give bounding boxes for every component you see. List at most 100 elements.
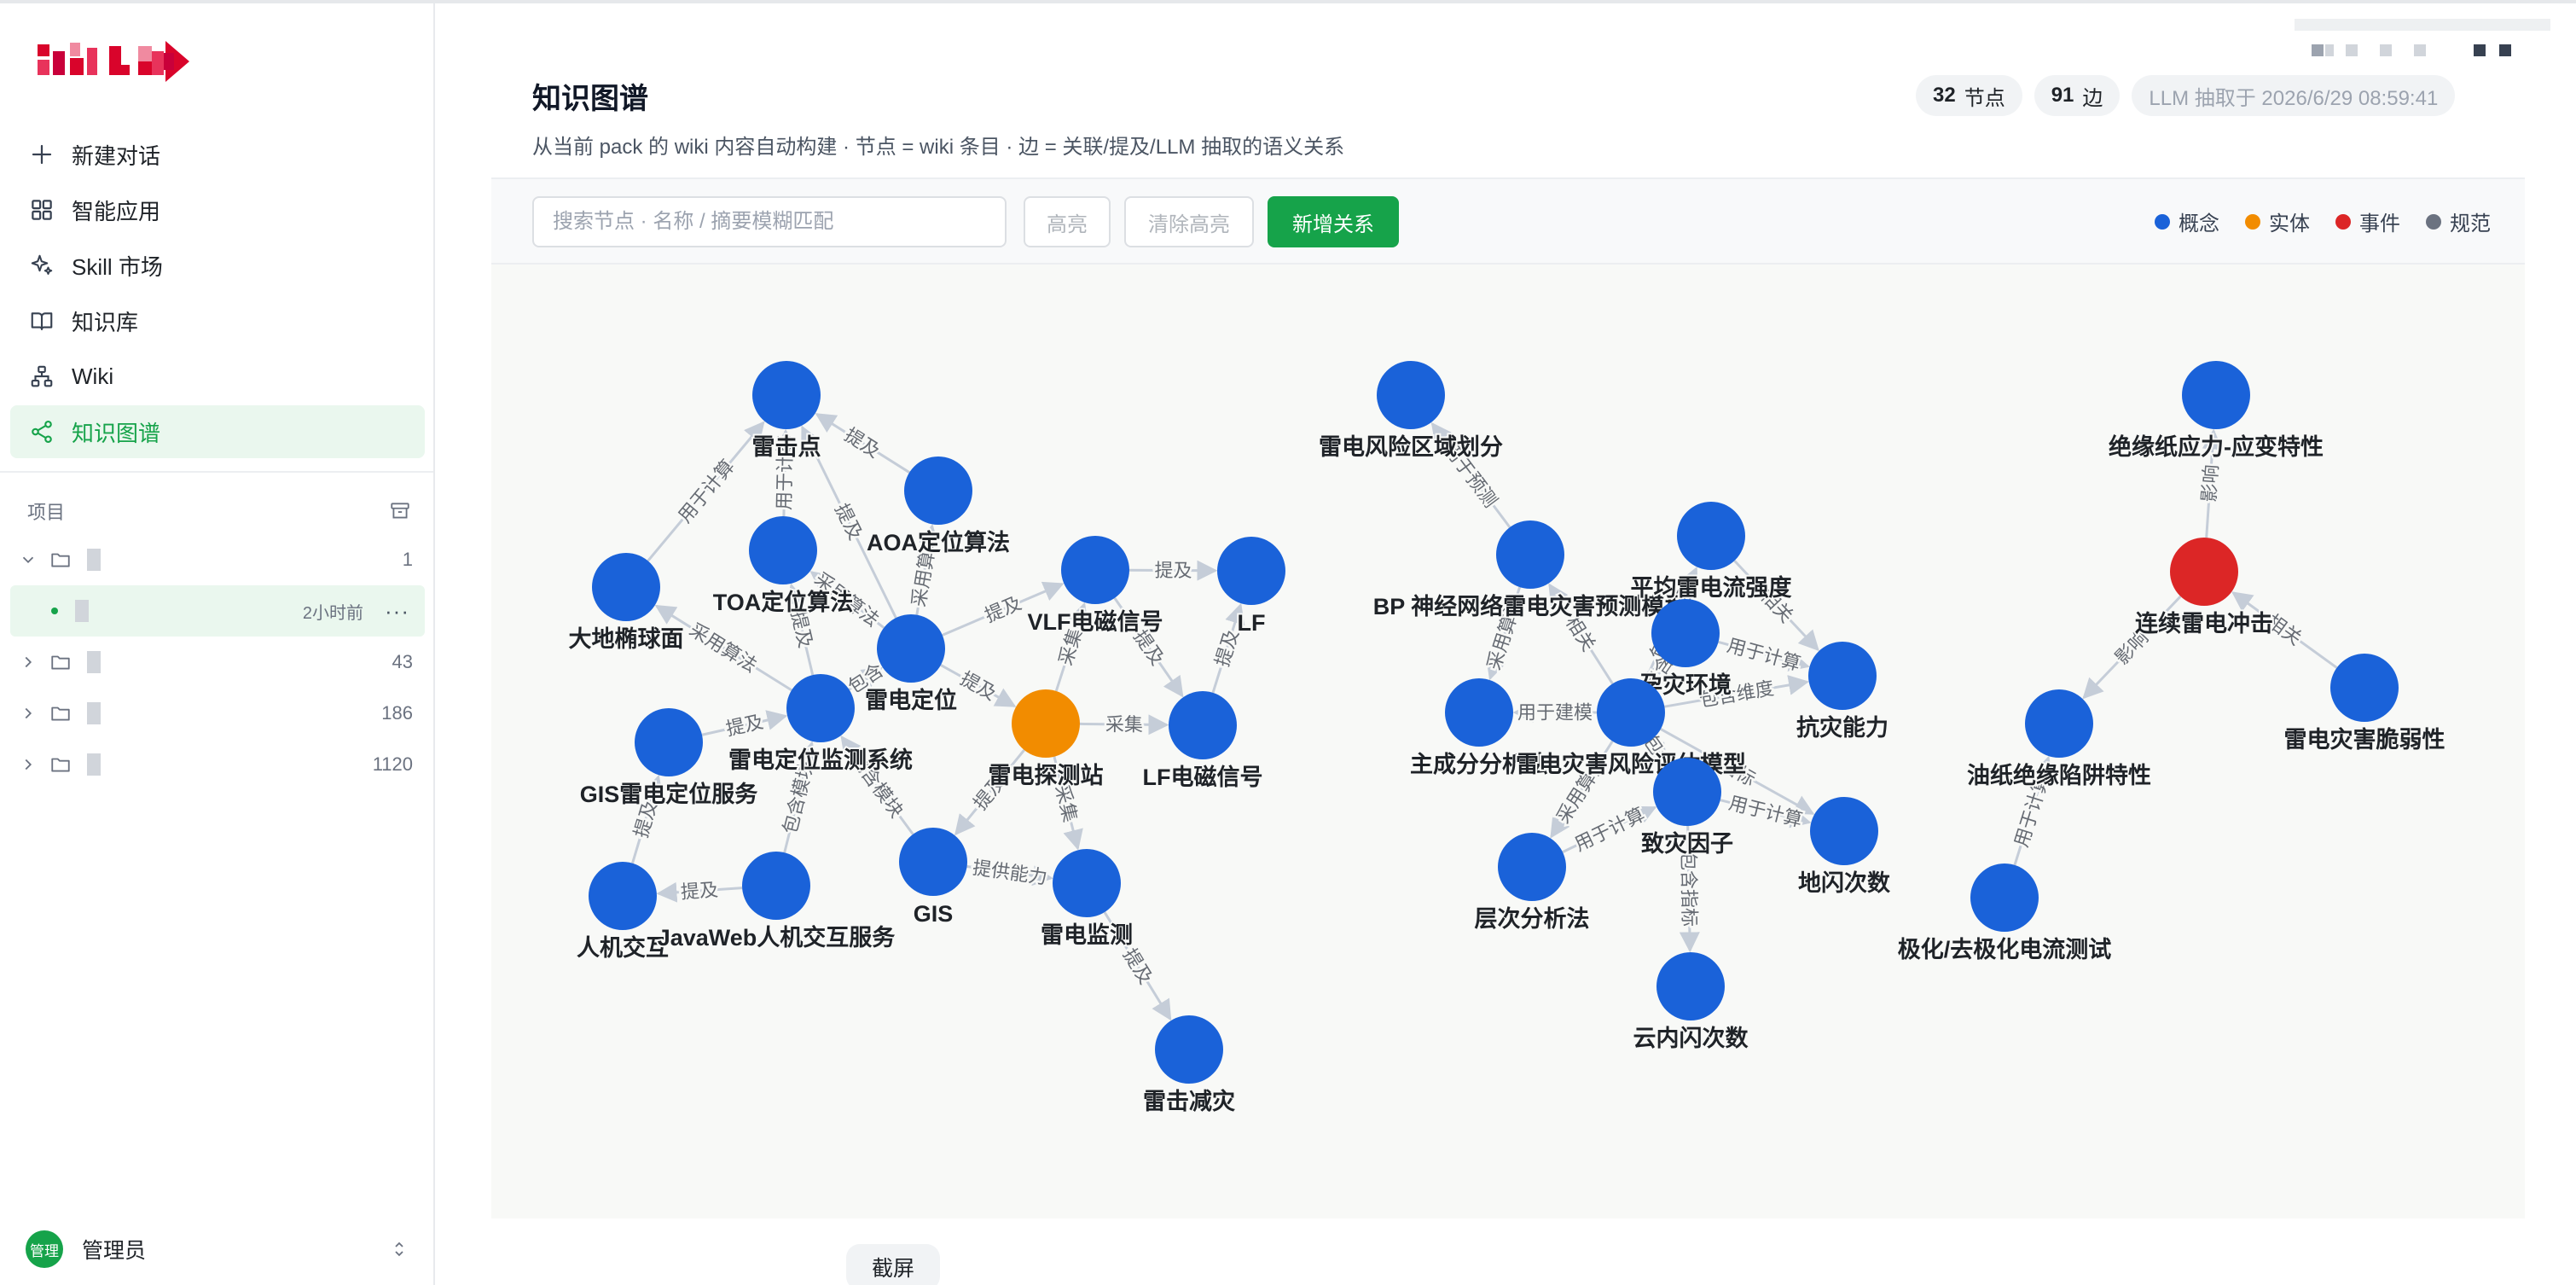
graph-node-lf[interactable]: LF [1217, 537, 1285, 637]
graph-node-renji[interactable]: 人机交互 [575, 862, 670, 962]
node-circle[interactable] [1012, 689, 1080, 758]
graph-node-gis[interactable]: GIS [899, 828, 967, 928]
project-folder[interactable]: 186 [10, 688, 425, 739]
graph-node-cuiruo[interactable]: 雷电灾害脆弱性 [2283, 654, 2447, 754]
project-session-item[interactable]: 2小时前 ··· [10, 585, 425, 637]
node-circle[interactable] [592, 553, 660, 621]
edge-label: 提及 [957, 667, 1001, 704]
chevron-right-icon[interactable] [19, 653, 38, 672]
node-circle[interactable] [1653, 758, 1721, 826]
node-circle[interactable] [1377, 361, 1445, 429]
node-circle[interactable] [1597, 678, 1665, 747]
node-circle[interactable] [2330, 654, 2399, 722]
graph-node-dadi[interactable]: 大地椭球面 [567, 553, 686, 654]
node-circle[interactable] [877, 614, 945, 683]
node-circle[interactable] [1061, 536, 1129, 604]
add-relation-button[interactable]: 新增关系 [1268, 196, 1399, 247]
nav-wiki[interactable]: Wiki [10, 350, 425, 403]
nav-smart-apps[interactable]: 智能应用 [10, 183, 425, 236]
nav-knowledge-graph[interactable]: 知识图谱 [10, 405, 425, 458]
folder-icon [51, 706, 70, 721]
node-label: 雷电风险区域划分 [1319, 433, 1503, 460]
nav-skill-market[interactable]: Skill 市场 [10, 239, 425, 292]
node-circle[interactable] [1169, 691, 1237, 759]
screenshot-button[interactable]: 截屏 [846, 1244, 940, 1285]
node-circle[interactable] [749, 516, 817, 584]
projects-title: 项目 [27, 502, 66, 523]
node-circle[interactable] [1970, 863, 2039, 932]
edge-label: 影响 [2198, 464, 2222, 503]
nav-label: 知识库 [72, 309, 139, 335]
graph-node-lianxu[interactable]: 连续雷电冲击 [2133, 538, 2275, 638]
archive-icon[interactable] [389, 500, 411, 522]
node-circle[interactable] [589, 862, 657, 930]
graph-node-juyuan[interactable]: 绝缘纸应力-应变特性 [2107, 361, 2325, 462]
graph-toolbar: 高亮 清除高亮 新增关系 概念 实体 事件 规范 [491, 177, 2525, 265]
node-circle[interactable] [1498, 833, 1566, 901]
user-menu[interactable]: 管理 管理员 [26, 1229, 409, 1270]
legend-label: 规范 [2450, 212, 2491, 235]
graph-node-youzhi[interactable]: 油纸绝缘陷阱特性 [1965, 689, 2153, 790]
node-circle[interactable] [1155, 1015, 1223, 1084]
node-circle[interactable] [1656, 952, 1725, 1020]
node-circle[interactable] [1445, 678, 1513, 747]
edge-label: 用于计算 [1726, 792, 1804, 831]
edges-count-badge: 91 边 [2034, 75, 2121, 116]
node-circle[interactable] [1053, 849, 1121, 917]
node-circle[interactable] [899, 828, 967, 896]
node-label: 云内闪次数 [1633, 1026, 1749, 1051]
nav-new-chat[interactable]: 新建对话 [10, 128, 425, 181]
graph-node-vlf[interactable]: VLF电磁信号 [1026, 536, 1165, 637]
highlight-button[interactable]: 高亮 [1024, 196, 1111, 247]
node-circle[interactable] [1808, 642, 1877, 710]
node-circle[interactable] [1677, 502, 1745, 570]
graph-node-tance[interactable]: 雷电探测站 [987, 689, 1105, 790]
knowledge-graph[interactable]: 用于计算提及用于计算提及采用算法采用算法采用算法 提及包含提及提及采集采集提及提及… [491, 265, 2525, 1218]
node-circle[interactable] [1217, 537, 1285, 605]
graph-canvas[interactable]: 用于计算 提及 用于计算 提及 采用算法 采用算法 采用算法 提及 包含 提及 提及 采集 采集 提及 提及… [491, 265, 2525, 1218]
node-circle[interactable] [742, 852, 810, 920]
node-label: 雷击减灾 [1143, 1088, 1235, 1114]
graph-node-leijidian[interactable]: 雷击点 [751, 361, 823, 462]
legend-swatch [2335, 213, 2351, 230]
project-folder[interactable]: 43 [10, 637, 425, 688]
clear-highlight-button[interactable]: 清除高亮 [1124, 196, 1254, 247]
graph-node-yunnei[interactable]: 云内闪次数 [1632, 952, 1750, 1053]
chevron-down-icon[interactable] [19, 550, 38, 569]
node-circle[interactable] [635, 708, 703, 776]
main-nav: 新建对话 智能应用 Skill 市场 知识库 Wiki 知识图谱 [10, 128, 425, 461]
node-search-input[interactable] [532, 196, 1007, 247]
node-label: 层次分析法 [1475, 906, 1590, 932]
nav-knowledge-base[interactable]: 知识库 [10, 294, 425, 347]
graph-node-kangzai[interactable]: 抗灾能力 [1795, 642, 1890, 742]
node-circle[interactable] [1651, 599, 1720, 667]
graph-node-jianzai[interactable]: 雷击减灾 [1141, 1015, 1237, 1116]
graph-node-fengxianquyu[interactable]: 雷电风险区域划分 [1317, 361, 1505, 462]
graph-node-jihua[interactable]: 极化/去极化电流测试 [1896, 863, 2113, 964]
node-circle[interactable] [2025, 689, 2093, 758]
nav-label: Wiki [72, 363, 114, 389]
more-options-icon[interactable]: ··· [385, 598, 409, 625]
node-circle[interactable] [752, 361, 821, 429]
project-folder[interactable]: 1 [10, 534, 425, 585]
graph-node-bp[interactable]: BP 神经网络雷电灾害预测模型 [1372, 520, 1689, 621]
chevron-right-icon[interactable] [19, 755, 38, 774]
node-circle[interactable] [1496, 520, 1564, 589]
node-circle[interactable] [2170, 538, 2238, 606]
graph-node-toa[interactable]: TOA定位算法 [711, 516, 855, 617]
project-count: 1 [402, 549, 413, 570]
chevron-right-icon[interactable] [19, 704, 38, 723]
graph-node-leidiandingwei[interactable]: 雷电定位 [863, 614, 959, 715]
node-circle[interactable] [786, 674, 855, 742]
graph-node-jiance[interactable]: 雷电监测 [1039, 849, 1134, 950]
graph-node-pingjun[interactable]: 平均雷电流强度 [1629, 502, 1794, 602]
node-circle[interactable] [2182, 361, 2250, 429]
legend-label: 概念 [2179, 212, 2219, 235]
node-circle[interactable] [1810, 797, 1878, 865]
project-count: 43 [392, 651, 413, 672]
node-circle[interactable] [904, 456, 972, 525]
graph-node-lfsignal[interactable]: LF电磁信号 [1141, 691, 1265, 792]
app-window: 新建对话 智能应用 Skill 市场 知识库 Wiki 知识图谱 项目 1 2小… [0, 0, 2576, 1285]
project-folder[interactable]: 1120 [10, 739, 425, 790]
graph-node-aoa[interactable]: AOA定位算法 [865, 456, 1012, 557]
